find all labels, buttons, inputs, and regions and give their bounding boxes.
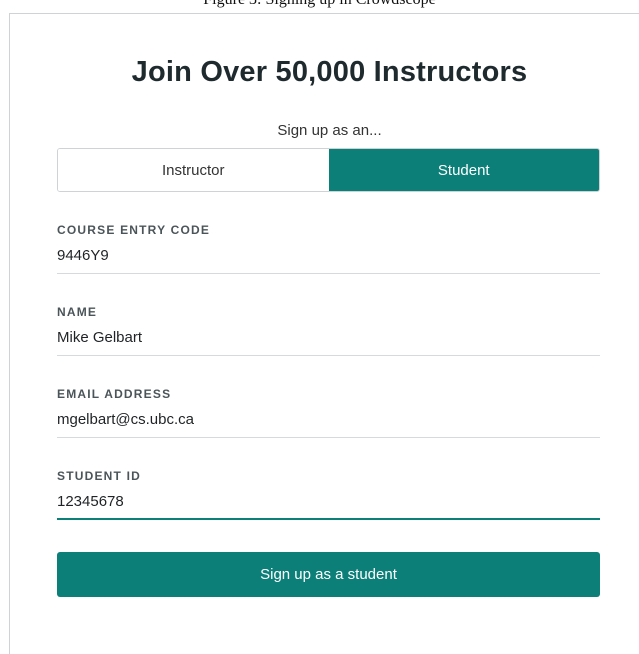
name-field: NAME — [57, 304, 600, 356]
sign-up-button[interactable]: Sign up as a student — [57, 552, 600, 597]
name-input[interactable] — [57, 328, 600, 356]
page-title: Join Over 50,000 Instructors — [131, 56, 528, 88]
email-label: EMAIL ADDRESS — [57, 387, 172, 401]
student-id-input[interactable] — [57, 492, 600, 520]
figure-caption: Figure 3: Signing up in Crowdscope — [0, 0, 639, 9]
name-label: NAME — [57, 305, 98, 319]
role-toggle: Instructor Student — [57, 148, 600, 192]
email-field: EMAIL ADDRESS — [57, 386, 600, 438]
student-id-field: STUDENT ID — [57, 468, 600, 520]
course-entry-code-input[interactable] — [57, 246, 600, 274]
signup-subtitle: Sign up as an... — [277, 122, 382, 139]
email-input[interactable] — [57, 410, 600, 438]
student-id-label: STUDENT ID — [57, 469, 141, 483]
course-entry-code-label: COURSE ENTRY CODE — [57, 223, 211, 237]
role-option-student[interactable]: Student — [328, 149, 599, 191]
role-option-instructor[interactable]: Instructor — [58, 149, 329, 191]
course-entry-code-field: COURSE ENTRY CODE — [57, 222, 600, 274]
